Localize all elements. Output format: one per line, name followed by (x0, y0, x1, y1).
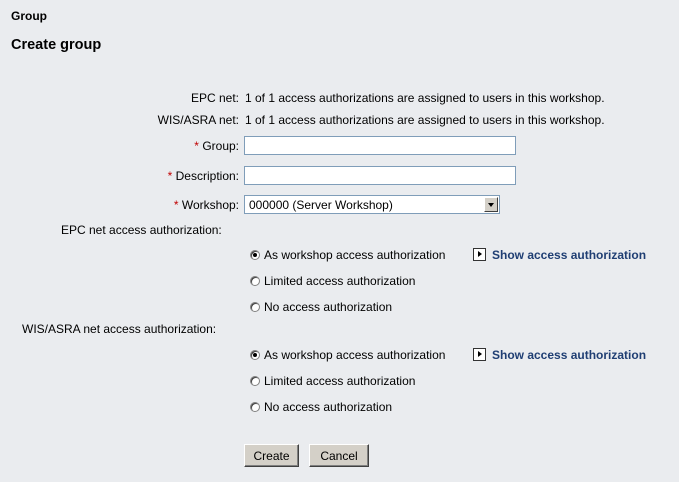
radio-button[interactable] (250, 302, 260, 312)
chevron-down-icon[interactable] (484, 197, 498, 212)
workshop-select[interactable]: 000000 (Server Workshop) (244, 195, 500, 214)
required-marker: * (173, 198, 179, 212)
epc-access-label: EPC net access authorization: (61, 223, 222, 237)
workshop-select-value: 000000 (Server Workshop) (249, 198, 393, 212)
required-marker: * (167, 169, 173, 183)
required-marker: * (194, 139, 199, 153)
cancel-button[interactable]: Cancel (309, 444, 369, 467)
group-label: * Group: (194, 139, 239, 153)
description-input[interactable] (244, 166, 516, 185)
radio-button[interactable] (250, 402, 260, 412)
epc-net-info: 1 of 1 access authorizations are assigne… (245, 91, 605, 105)
description-label: * Description: (167, 169, 239, 183)
group-input[interactable] (244, 136, 516, 155)
radio-button[interactable] (250, 350, 260, 360)
wis-net-info: 1 of 1 access authorizations are assigne… (245, 113, 605, 127)
play-arrow-icon (473, 348, 486, 361)
workshop-label: * Workshop: (173, 198, 239, 212)
wis-access-label: WIS/ASRA net access authorization: (22, 322, 217, 336)
radio-button[interactable] (250, 276, 260, 286)
play-arrow-icon (473, 248, 486, 261)
breadcrumb: Group (11, 9, 47, 23)
radio-button[interactable] (250, 250, 260, 260)
epc-net-label: EPC net: (190, 91, 239, 105)
radio-button[interactable] (250, 376, 260, 386)
page-title: Create group (11, 37, 102, 53)
wis-net-label: WIS/ASRA net: (157, 113, 239, 127)
create-button[interactable]: Create (244, 444, 299, 467)
